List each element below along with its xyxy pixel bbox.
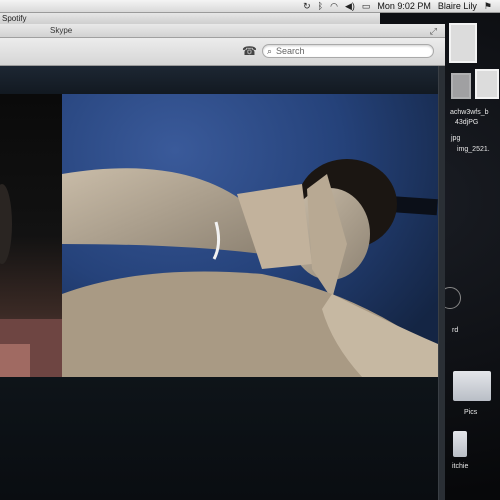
- call-controls-area: [0, 377, 440, 500]
- folder-icon[interactable]: [453, 371, 491, 401]
- menubar-clock[interactable]: Mon 9:02 PM: [377, 0, 431, 13]
- folder-icon[interactable]: [453, 431, 467, 457]
- battery-icon[interactable]: ▭: [362, 0, 371, 13]
- desktop-thumbnail[interactable]: [449, 23, 477, 63]
- remote-video-feed: [62, 94, 438, 377]
- resize-icon[interactable]: ⤢: [430, 26, 437, 36]
- bluetooth-icon[interactable]: ᛒ: [318, 0, 323, 13]
- search-input[interactable]: ⌕ Search: [262, 44, 434, 58]
- desktop-thumbnail[interactable]: [451, 73, 471, 99]
- desktop-icons: achw3wfs_b 43djPG jpg img_2521. rd Pics …: [439, 13, 500, 500]
- menu-bar: ↻ ᛒ ◠ ◀) ▭ Mon 9:02 PM Blaire Lily ⚑: [0, 0, 500, 13]
- desktop-screen: ↻ ᛒ ◠ ◀) ▭ Mon 9:02 PM Blaire Lily ⚑ Spo…: [0, 0, 500, 500]
- skype-titlebar[interactable]: Skype ⤢: [0, 24, 445, 38]
- wifi-icon[interactable]: ◠: [330, 0, 338, 13]
- search-icon: ⌕: [267, 46, 273, 56]
- skype-window-title: Skype: [50, 26, 73, 35]
- desktop-item-label[interactable]: 43djPG: [455, 119, 478, 126]
- desktop-item-label[interactable]: jpg: [451, 135, 460, 142]
- local-video-preview: [0, 94, 62, 377]
- menubar-user[interactable]: Blaire Lily: [438, 0, 477, 13]
- skype-window: Skype ⤢ ☎ ⌕ Search: [0, 24, 445, 500]
- desktop-item-label[interactable]: rd: [452, 327, 458, 334]
- skype-toolbar: ☎ ⌕ Search: [0, 38, 445, 66]
- call-header-bar: [0, 66, 445, 94]
- desktop-item-label[interactable]: itchie: [452, 463, 468, 470]
- phone-icon[interactable]: ☎: [242, 44, 257, 58]
- volume-icon[interactable]: ◀): [345, 0, 355, 13]
- desktop-item-label[interactable]: achw3wfs_b: [450, 109, 489, 116]
- desktop-item-label[interactable]: img_2521.: [457, 146, 490, 153]
- desktop-thumbnail[interactable]: [475, 69, 499, 99]
- flag-icon[interactable]: ⚑: [484, 0, 492, 13]
- time-machine-icon[interactable]: ↻: [303, 0, 311, 13]
- search-placeholder: Search: [276, 46, 305, 56]
- desktop-item-label[interactable]: Pics: [464, 409, 477, 416]
- window-scrollbar[interactable]: [438, 66, 445, 500]
